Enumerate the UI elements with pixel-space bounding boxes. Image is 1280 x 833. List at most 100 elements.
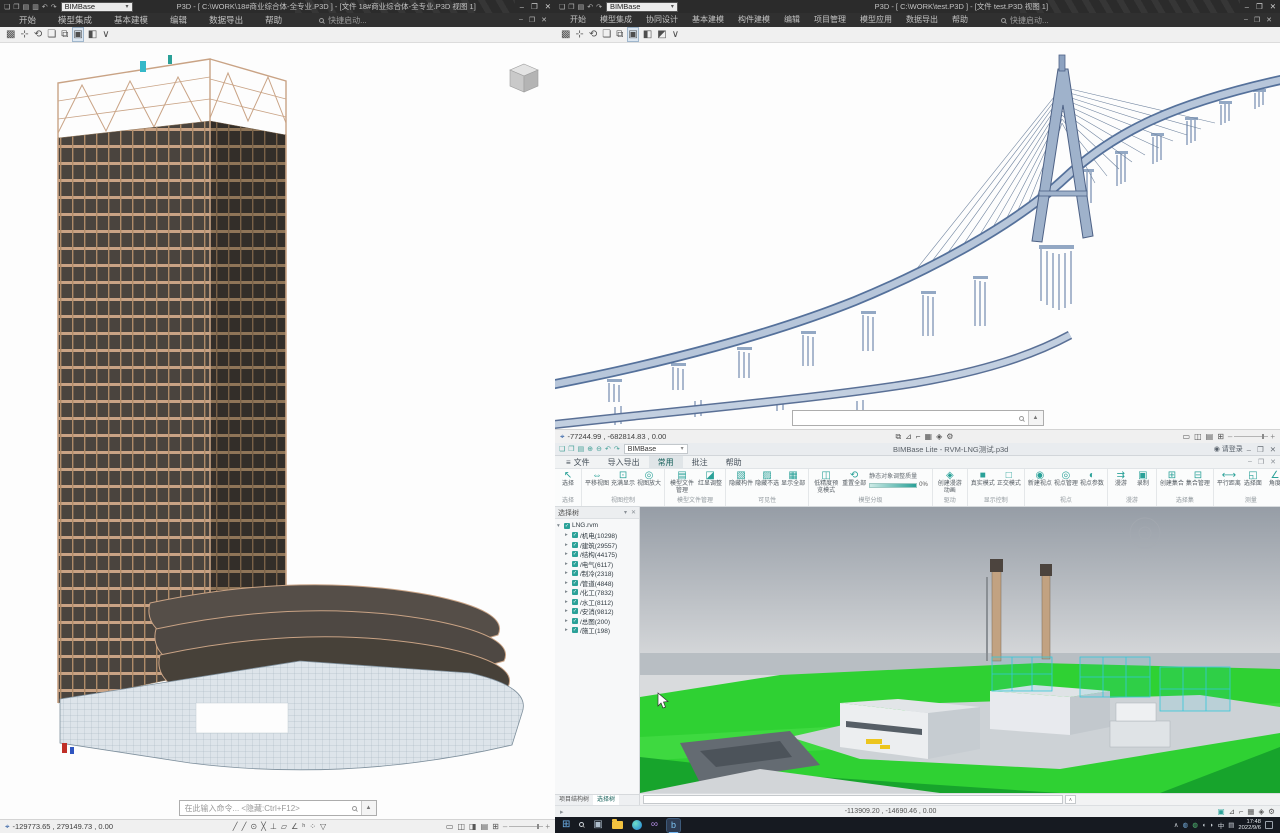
wireframe-view-icon[interactable]: ❏ [47,28,56,41]
ribbon-button[interactable]: ⊡充满显示 [610,470,636,488]
expand-caret-icon[interactable]: ▸ [565,532,570,538]
tab-file[interactable]: ≡ 文件 [557,456,599,469]
single-view-icon[interactable]: ▭ [1183,432,1191,441]
tree-root-row[interactable]: ▾ ✓ LNG.rvm [557,521,639,531]
ribbon-button[interactable]: ▨隐藏不选 [754,470,780,488]
tree-item-row[interactable]: ▸ ✓ /结构(44175) [557,550,639,560]
tree-item-row[interactable]: ▸ ✓ /总图(200) [557,616,639,626]
checkbox-checked-icon[interactable]: ✓ [572,618,578,624]
new-file-icon[interactable]: ❏ [559,3,565,11]
redo-icon[interactable]: ↷ [596,3,602,11]
polyline-tool-icon[interactable]: ╱ [242,822,247,831]
command-search-icon[interactable] [1019,416,1024,421]
single-view-icon[interactable]: ▭ [446,822,454,831]
tree-item-row[interactable]: ▸ ✓ /管道(4848) [557,578,639,588]
ribbon-button[interactable]: ◱选择面 [1242,470,1264,488]
tree-item-row[interactable]: ▸ ✓ /施工(198) [557,626,639,636]
play-icon[interactable]: ▸ [560,808,564,816]
checkbox-checked-icon[interactable]: ✓ [572,532,578,538]
taskbar-clock[interactable]: 17:48 2022/9/6 [1238,819,1261,832]
collapse-caret-icon[interactable]: ▾ [557,523,562,529]
clipboard-icon[interactable]: ⧉ [895,432,901,442]
tab-import-export[interactable]: 导入导出 [599,456,649,469]
ribbon-button[interactable]: ◈创建漫游动画 [935,470,965,494]
ribbon-button[interactable]: ■真实模式 [970,470,996,488]
expand-caret-icon[interactable]: ▸ [565,561,570,567]
ortho-icon[interactable]: ⌐ [916,432,921,442]
pan-icon[interactable]: ⊹ [575,28,583,41]
two-view-icon[interactable]: ◫ [457,822,465,831]
pin-icon[interactable]: ▾ [624,509,627,516]
menu-item[interactable]: 帮助 [945,13,975,27]
doc-restore-button[interactable]: ❐ [1254,16,1260,24]
open-file-icon[interactable]: ❐ [13,3,19,11]
height-snap-icon[interactable]: ʰ [302,822,305,831]
new-file-icon[interactable]: ❏ [4,3,10,11]
new-file-icon[interactable]: ❏ [559,445,565,453]
perpendicular-snap-icon[interactable]: ⊥ [270,822,277,831]
quad-view-icon[interactable]: ⊞ [492,822,499,831]
workspace-dropdown[interactable]: BIMBase▾ [61,2,133,12]
settings-gear-icon[interactable]: ⚙ [946,432,953,442]
ribbon-button[interactable]: ⟷平行距离 [1216,470,1242,488]
grid-snap-icon[interactable]: ⁘ [309,822,316,831]
file-explorer-icon[interactable] [612,821,623,829]
list-view-icon[interactable]: ▤ [1206,432,1214,441]
menu-item[interactable]: 数据导出 [198,13,254,27]
save-icon[interactable]: ▤ [578,3,585,11]
doc-minimize-button[interactable]: – [519,16,523,24]
tab-selection-tree[interactable]: 选择树 [593,795,619,805]
tree-item-row[interactable]: ▸ ✓ /水工(8112) [557,597,639,607]
task-view-icon[interactable]: ▣ [593,818,602,832]
ribbon-button[interactable]: ◪红显调整 [697,470,723,488]
ribbon-button[interactable]: ∠角度 [1264,470,1280,488]
doc-close-button[interactable]: ✕ [1270,458,1276,466]
checkbox-checked-icon[interactable]: ✓ [572,561,578,567]
checkbox-checked-icon[interactable]: ✓ [564,523,570,529]
region-select-icon[interactable]: ▩ [6,28,15,41]
doc-minimize-button[interactable]: – [1244,16,1248,24]
redo-icon[interactable]: ↷ [51,3,57,11]
menu-item[interactable]: 模型集成 [47,13,103,27]
slope-icon[interactable]: ⊿ [1229,807,1235,816]
menu-item[interactable]: 协同设计 [639,13,685,27]
realistic-view-icon[interactable]: ◧ [88,28,97,41]
panel-close-icon[interactable]: ✕ [631,509,636,516]
menu-item[interactable]: 构件建模 [731,13,777,27]
doc-close-button[interactable]: ✕ [1266,16,1272,24]
ribbon-button[interactable]: ◐视点参数 [1079,470,1105,488]
menu-item[interactable]: 数据导出 [899,13,945,27]
checkbox-checked-icon[interactable]: ✓ [572,599,578,605]
two-view-icon[interactable]: ◫ [1194,432,1202,441]
save-icon[interactable]: ▤ [23,3,30,11]
command-history-button[interactable]: ∧ [1065,795,1076,804]
redo-icon[interactable]: ↷ [614,445,620,453]
realistic-view-icon[interactable]: ◧ [643,28,652,41]
save-icon[interactable]: ▤ [578,445,585,453]
close-button[interactable]: ✕ [1270,2,1276,11]
tree-item-row[interactable]: ▸ ✓ /机电(10298) [557,531,639,541]
restore-button[interactable]: ❐ [1257,445,1264,454]
command-input[interactable] [643,795,1063,804]
angle-snap-icon[interactable]: ∠ [291,822,298,831]
expand-caret-icon[interactable]: ▸ [565,551,570,557]
ribbon-button[interactable]: ⊞创建集合 [1159,470,1185,488]
tree-item-row[interactable]: ▸ ✓ /化工(7832) [557,588,639,598]
ribbon-button[interactable]: ⇔平移视图 [584,470,610,488]
doc-close-button[interactable]: ✕ [541,16,547,24]
tree-item-row[interactable]: ▸ ✓ /建筑(29557) [557,540,639,550]
command-search-icon[interactable] [352,806,357,811]
menu-item[interactable]: 开始 [563,13,593,27]
ribbon-button[interactable]: □正交模式 [996,470,1022,488]
ime-indicator[interactable]: 中 [1218,820,1225,830]
ribbon-button[interactable]: ⟲重置全部 [841,470,867,488]
list-view-icon[interactable]: ▤ [481,822,489,831]
line-tool-icon[interactable]: ╱ [233,822,238,831]
menu-item[interactable]: 基本建模 [685,13,731,27]
ribbon-button[interactable]: ◉新建视点 [1027,470,1053,488]
menu-item[interactable]: 基本建模 [103,13,159,27]
toolbar-expand-icon[interactable]: ∨ [672,28,679,41]
checkbox-checked-icon[interactable]: ✓ [572,580,578,586]
close-button[interactable]: ✕ [545,2,551,11]
grid-icon[interactable]: ▦ [925,432,933,442]
